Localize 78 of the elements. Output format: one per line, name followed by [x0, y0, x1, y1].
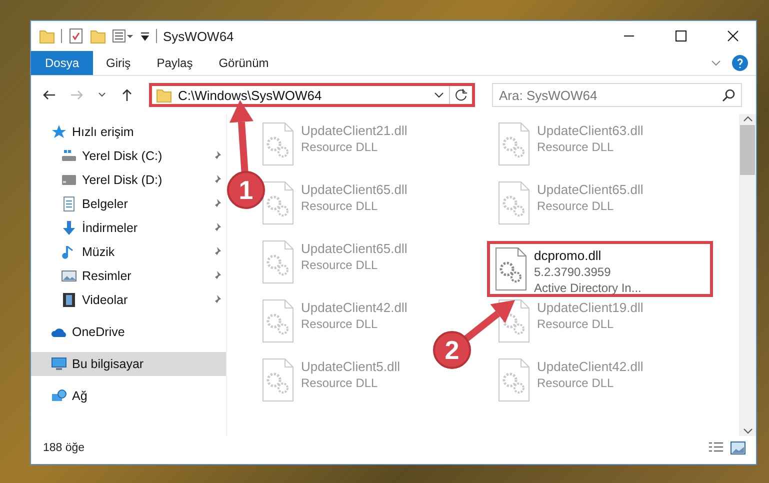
file-description: Resource DLL	[537, 375, 615, 391]
film-icon	[61, 292, 77, 308]
properties-icon[interactable]	[68, 28, 84, 44]
scrollbar[interactable]	[739, 114, 756, 436]
scroll-down-icon[interactable]	[742, 426, 752, 436]
step-number: 1	[238, 175, 254, 205]
dll-file-icon	[261, 299, 295, 343]
scroll-thumb[interactable]	[740, 125, 755, 175]
address-bar[interactable]: C:\Windows\SysWOW64	[149, 83, 475, 107]
sidebar-item[interactable]: Videolar	[31, 288, 226, 312]
file-version: 5.2.3790.3959	[534, 264, 612, 280]
picture-icon	[61, 268, 77, 284]
dll-file-icon	[261, 181, 295, 225]
ribbon-tab[interactable]: Dosya	[31, 51, 94, 75]
ribbon-tab[interactable]: Görünüm	[206, 51, 282, 75]
file-description: Resource DLL	[301, 316, 379, 332]
sidebar-item[interactable]: Ağ	[31, 384, 226, 408]
file-name: UpdateClient42.dll	[537, 359, 644, 375]
file-name: UpdateClient42.dll	[301, 300, 408, 316]
file-description: Resource DLL	[301, 139, 379, 155]
search-icon	[722, 88, 736, 102]
ribbon-tab[interactable]: Giriş	[93, 51, 144, 75]
help-icon[interactable]	[732, 55, 748, 71]
close-icon	[727, 30, 739, 42]
step-badge	[227, 171, 265, 209]
dll-file-icon	[261, 358, 295, 402]
file-description: Resource DLL	[537, 139, 615, 155]
window-title: SysWOW64	[163, 28, 235, 44]
drive-icon	[61, 172, 77, 188]
large-icons-view-icon[interactable]	[730, 441, 746, 455]
star-icon	[51, 124, 67, 140]
network-icon	[51, 388, 67, 404]
sidebar-item[interactable]: Yerel Disk (C:)	[31, 144, 226, 168]
sidebar-item[interactable]: Yerel Disk (D:)	[31, 168, 226, 192]
file-name: UpdateClient65.dll	[301, 182, 408, 198]
dll-file-icon	[497, 122, 531, 166]
sidebar-item[interactable]: Belgeler	[31, 192, 226, 216]
file-description: Resource DLL	[537, 316, 615, 332]
drive-icon	[61, 148, 77, 164]
refresh-icon[interactable]	[454, 88, 468, 102]
file-name: UpdateClient65.dll	[301, 241, 408, 257]
folder-icon	[39, 28, 55, 44]
dll-file-icon	[261, 240, 295, 284]
dll-file-icon	[497, 181, 531, 225]
document-icon	[61, 196, 77, 212]
step-badge	[433, 331, 471, 369]
view-menu-icon[interactable]	[112, 28, 134, 44]
file-name: UpdateClient63.dll	[537, 123, 644, 139]
sidebar-item[interactable]: OneDrive	[31, 320, 226, 344]
file-name: dcpromo.dll	[534, 248, 602, 264]
dll-file-icon	[261, 122, 295, 166]
sidebar-item[interactable]: Resimler	[31, 264, 226, 288]
file-name: UpdateClient5.dll	[301, 359, 400, 375]
file-description: Active Directory In...	[534, 280, 642, 296]
sidebar-item[interactable]: Hızlı erişim	[31, 120, 226, 144]
item-count: 188 öğe	[43, 442, 86, 454]
monitor-icon	[51, 356, 67, 372]
download-arrow-icon	[61, 220, 77, 236]
dll-file-icon	[494, 247, 528, 291]
sidebar-item[interactable]: Bu bilgisayar	[31, 352, 226, 376]
sidebar-item[interactable]: Müzik	[31, 240, 226, 264]
folder-icon	[156, 87, 172, 103]
address-path: C:\Windows\SysWOW64	[178, 88, 322, 102]
file-item[interactable]: dcpromo.dll 5.2.3790.3959 Active Directory In...	[487, 241, 713, 297]
file-description: Resource DLL	[301, 198, 379, 214]
scroll-up-icon[interactable]	[742, 114, 752, 124]
search-field[interactable]: Ara: SysWOW64	[492, 83, 742, 107]
ribbon-tab[interactable]: Paylaş	[144, 51, 206, 75]
file-name: UpdateClient65.dll	[537, 182, 644, 198]
file-description: Resource DLL	[537, 198, 615, 214]
dll-file-icon	[497, 358, 531, 402]
file-description: Resource DLL	[301, 257, 379, 273]
sidebar-item[interactable]: İndirmeler	[31, 216, 226, 240]
maximize-icon	[675, 30, 687, 42]
file-description: Resource DLL	[301, 375, 379, 391]
file-name: UpdateClient19.dll	[537, 300, 644, 316]
step-number: 2	[444, 335, 460, 365]
file-name: UpdateClient21.dll	[301, 123, 408, 139]
